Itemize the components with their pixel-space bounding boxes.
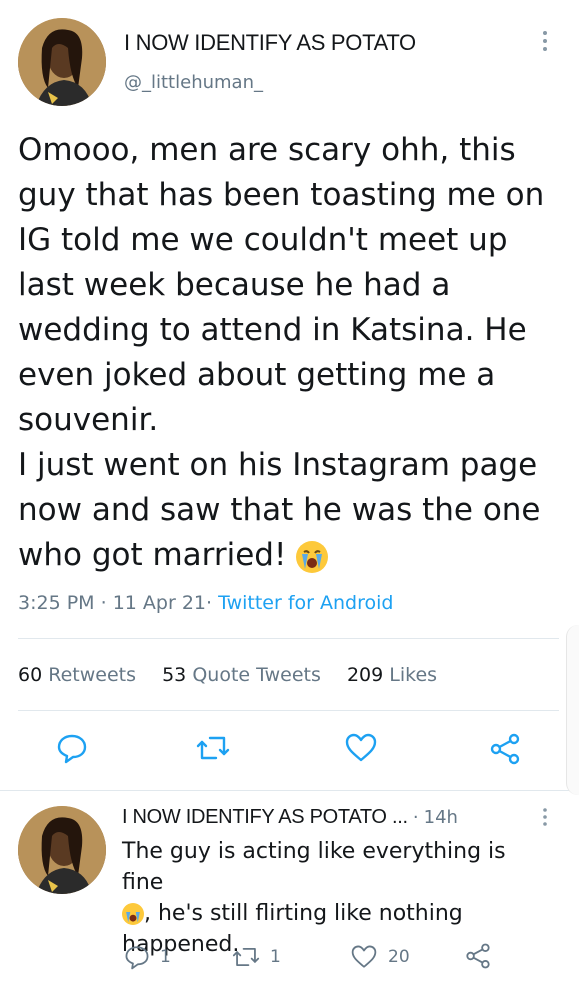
tweet-text: Omooo, men are scary ohh, this guy that …	[18, 128, 558, 578]
reply-age: 14h	[423, 807, 458, 828]
divider	[18, 638, 559, 639]
display-name[interactable]: I NOW IDENTIFY AS POTATO	[124, 30, 416, 56]
tweet-date: 11 Apr 21	[112, 592, 207, 614]
divider	[18, 710, 559, 711]
reply-share-button[interactable]	[464, 942, 492, 974]
retweet-icon	[196, 736, 230, 760]
tweet-meta: 3:25 PM · 11 Apr 21· Twitter for Android	[18, 592, 393, 614]
tweet-time: 3:25 PM	[18, 592, 95, 614]
heart-icon	[351, 945, 377, 968]
loudly-crying-face-icon	[296, 540, 329, 573]
retweet-button[interactable]	[196, 732, 230, 768]
reply-more-options-icon[interactable]	[538, 806, 552, 833]
reply-reply-button[interactable]: 1	[124, 944, 171, 970]
like-button[interactable]	[344, 732, 378, 768]
reply-button[interactable]	[56, 732, 88, 768]
heart-icon	[345, 733, 377, 762]
tweet-source-link[interactable]: Twitter for Android	[218, 592, 393, 614]
quote-tweets-stat[interactable]: 53 Quote Tweets	[162, 664, 321, 686]
likes-count: 209	[346, 664, 384, 686]
tweet-text-body: Omooo, men are scary ohh, this guy that …	[18, 132, 545, 573]
reply-display-name[interactable]: I NOW IDENTIFY AS POTATO ...	[122, 806, 408, 828]
more-options-icon[interactable]	[538, 28, 552, 59]
share-button[interactable]	[488, 732, 522, 770]
share-icon	[466, 943, 490, 969]
avatar[interactable]	[18, 18, 106, 106]
share-icon	[490, 733, 520, 765]
divider	[0, 790, 579, 791]
separator-dot: ·	[412, 807, 419, 828]
reply-avatar[interactable]	[18, 806, 106, 894]
reply-icon	[57, 734, 87, 764]
retweet-icon	[232, 947, 260, 967]
separator-dot: ·	[206, 592, 213, 614]
tweet-stats: 60 Retweets 53 Quote Tweets 209 Likes	[18, 664, 437, 686]
handle[interactable]: @_littlehuman_	[124, 72, 263, 93]
quotes-count: 53	[162, 664, 187, 686]
reply-retweet-button[interactable]: 1	[232, 944, 281, 970]
retweets-count: 60	[18, 664, 43, 686]
retweets-label: Retweets	[48, 664, 136, 686]
retweets-stat[interactable]: 60 Retweets	[18, 664, 136, 686]
retweet-count: 1	[270, 947, 281, 967]
scrollbar[interactable]	[566, 625, 579, 795]
loudly-crying-face-icon	[122, 903, 144, 925]
reply-text-start: The guy is acting like everything is fin…	[122, 839, 513, 895]
reply-like-button[interactable]: 20	[350, 944, 410, 970]
likes-stat[interactable]: 209 Likes	[347, 664, 437, 686]
reply-icon	[125, 946, 149, 970]
quotes-label: Quote Tweets	[192, 664, 321, 686]
likes-label: Likes	[389, 664, 438, 686]
reply-text-end: , he's still flirting like nothing happe…	[122, 901, 470, 957]
reply-count: 1	[160, 947, 171, 967]
like-count: 20	[388, 947, 410, 967]
reply-header: I NOW IDENTIFY AS POTATO ... · 14h	[122, 806, 458, 829]
separator-dot: ·	[100, 592, 107, 614]
